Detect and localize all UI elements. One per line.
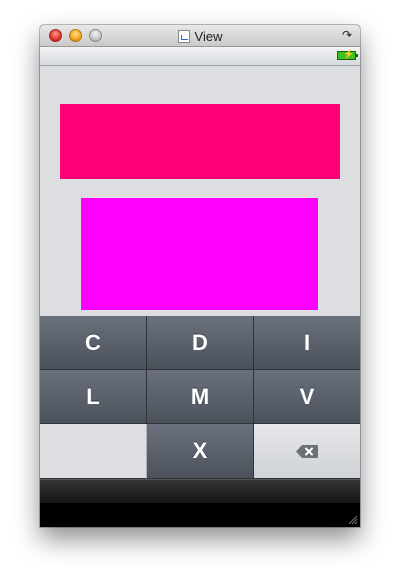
key-blank <box>40 424 147 479</box>
key-m[interactable]: M <box>147 370 254 424</box>
key-c[interactable]: C <box>40 316 147 370</box>
charging-bolt-icon: ⚡ <box>343 49 355 59</box>
window-title: View <box>194 28 223 44</box>
status-bar: ⚡ <box>40 47 360 66</box>
battery-icon: ⚡ <box>337 49 358 60</box>
simulator-window: View ↷ ⚡ C D I L M V X <box>40 25 360 527</box>
keypad: C D I L M V X <box>40 316 360 479</box>
pink-rectangle <box>60 104 340 179</box>
delete-icon <box>296 444 318 458</box>
key-v[interactable]: V <box>254 370 360 424</box>
bottom-bar <box>40 479 360 503</box>
key-l[interactable]: L <box>40 370 147 424</box>
delete-key[interactable] <box>254 424 360 479</box>
content-area <box>40 66 360 316</box>
title-bar[interactable]: View ↷ <box>40 25 360 47</box>
key-x[interactable]: X <box>147 424 254 479</box>
bottom-area <box>40 503 360 527</box>
rotate-icon[interactable]: ↷ <box>342 28 352 42</box>
key-d[interactable]: D <box>147 316 254 370</box>
document-icon <box>177 29 190 43</box>
resize-grip-icon[interactable] <box>348 515 358 525</box>
key-i[interactable]: I <box>254 316 360 370</box>
magenta-rectangle <box>81 198 318 310</box>
